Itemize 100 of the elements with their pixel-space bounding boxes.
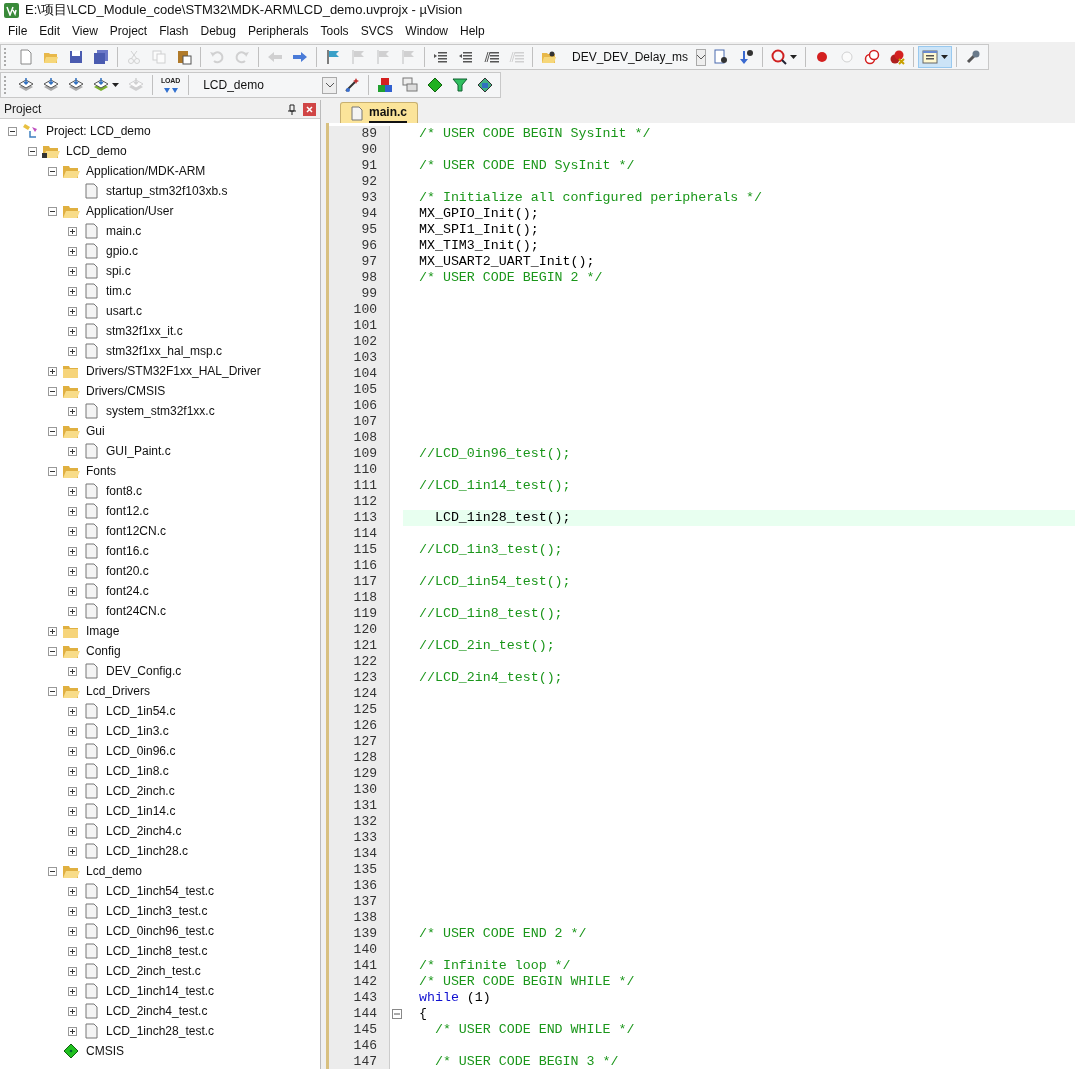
tree-item[interactable]: LCD_1in3.c bbox=[106, 722, 169, 740]
expand-icon[interactable] bbox=[68, 746, 77, 756]
expand-icon[interactable] bbox=[68, 786, 77, 796]
tree-item[interactable]: LCD_2inch4_test.c bbox=[106, 1002, 208, 1020]
tree-item[interactable]: font20.c bbox=[106, 562, 149, 580]
collapse-icon[interactable] bbox=[48, 166, 57, 176]
tree-item[interactable]: GUI_Paint.c bbox=[106, 442, 171, 460]
expand-icon[interactable] bbox=[68, 966, 77, 976]
tree-item[interactable]: Drivers/STM32F1xx_HAL_Driver bbox=[86, 362, 261, 380]
expand-icon[interactable] bbox=[68, 406, 77, 416]
collapse-icon[interactable] bbox=[48, 386, 57, 396]
expand-icon[interactable] bbox=[68, 346, 77, 356]
expand-icon[interactable] bbox=[68, 1006, 77, 1016]
expand-icon[interactable] bbox=[68, 826, 77, 836]
expand-icon[interactable] bbox=[68, 1026, 77, 1036]
collapse-icon[interactable] bbox=[48, 466, 57, 476]
tree-item[interactable]: LCD_1inch54_test.c bbox=[106, 882, 215, 900]
tree-item[interactable]: LCD_1inch14_test.c bbox=[106, 982, 215, 1000]
tree-item[interactable]: Gui bbox=[86, 422, 105, 440]
tree-item[interactable]: Application/User bbox=[86, 202, 174, 220]
tree-item[interactable]: Config bbox=[86, 642, 121, 660]
tree-item[interactable]: LCD_0inch96_test.c bbox=[106, 922, 215, 940]
tree-item[interactable]: font16.c bbox=[106, 542, 149, 560]
menu-item[interactable]: File bbox=[2, 22, 34, 40]
tree-item[interactable]: font24.c bbox=[106, 582, 149, 600]
expand-icon[interactable] bbox=[68, 586, 77, 596]
expand-icon[interactable] bbox=[68, 906, 77, 916]
tree-item[interactable]: Image bbox=[86, 622, 120, 640]
tree-item[interactable]: font8.c bbox=[106, 482, 143, 500]
menu-item[interactable]: Flash bbox=[153, 22, 195, 40]
tree-item[interactable]: CMSIS bbox=[86, 1042, 124, 1060]
collapse-icon[interactable] bbox=[48, 646, 57, 656]
tree-item[interactable]: font12.c bbox=[106, 502, 149, 520]
menu-item[interactable]: SVCS bbox=[354, 22, 400, 40]
menu-item[interactable]: Help bbox=[454, 22, 491, 40]
expand-icon[interactable] bbox=[68, 306, 77, 316]
tree-item[interactable]: Application/MDK-ARM bbox=[86, 162, 206, 180]
tree-item[interactable]: LCD_1inch3_test.c bbox=[106, 902, 208, 920]
tree-item[interactable]: main.c bbox=[106, 222, 142, 240]
collapse-icon[interactable] bbox=[48, 426, 57, 436]
tree-item[interactable]: LCD_1in54.c bbox=[106, 702, 176, 720]
expand-icon[interactable] bbox=[68, 326, 77, 336]
file-tab[interactable]: main.c bbox=[340, 102, 418, 123]
collapse-icon[interactable] bbox=[28, 146, 37, 156]
menu-item[interactable]: Tools bbox=[314, 22, 355, 40]
expand-icon[interactable] bbox=[68, 606, 77, 616]
tree-item[interactable]: gpio.c bbox=[106, 242, 139, 260]
collapse-icon[interactable] bbox=[8, 126, 17, 136]
expand-icon[interactable] bbox=[68, 886, 77, 896]
menu-item[interactable]: Debug bbox=[194, 22, 242, 40]
tree-item[interactable]: spi.c bbox=[106, 262, 131, 280]
tree-item[interactable]: LCD_1inch8_test.c bbox=[106, 942, 208, 960]
tree-item[interactable]: usart.c bbox=[106, 302, 142, 320]
expand-icon[interactable] bbox=[68, 546, 77, 556]
expand-icon[interactable] bbox=[68, 726, 77, 736]
tree-item[interactable]: LCD_1in14.c bbox=[106, 802, 176, 820]
expand-icon[interactable] bbox=[68, 266, 77, 276]
tree-item[interactable]: LCD_2inch4.c bbox=[106, 822, 182, 840]
tree-item[interactable]: LCD_2inch.c bbox=[106, 782, 175, 800]
tree-item[interactable]: LCD_0in96.c bbox=[106, 742, 176, 760]
tree-item[interactable]: LCD_1inch28_test.c bbox=[106, 1022, 215, 1040]
tree-item[interactable]: LCD_demo bbox=[66, 142, 127, 160]
tree-item[interactable]: startup_stm32f103xb.s bbox=[106, 182, 228, 200]
tree-item[interactable]: DEV_Config.c bbox=[106, 662, 182, 680]
expand-icon[interactable] bbox=[68, 766, 77, 776]
tree-item[interactable]: font24CN.c bbox=[106, 602, 167, 620]
close-icon[interactable] bbox=[303, 102, 316, 116]
windows-button[interactable] bbox=[918, 46, 952, 68]
expand-icon[interactable] bbox=[68, 566, 77, 576]
tree-item[interactable]: Drivers/CMSIS bbox=[86, 382, 166, 400]
target-dropdown[interactable]: LCD_demo bbox=[195, 75, 338, 95]
target-dropdown[interactable]: DEV_DEV_Delay_ms bbox=[564, 47, 706, 67]
tree-item[interactable]: system_stm32f1xx.c bbox=[106, 402, 215, 420]
expand-icon[interactable] bbox=[68, 706, 77, 716]
menu-item[interactable]: Edit bbox=[33, 22, 67, 40]
menu-item[interactable]: View bbox=[66, 22, 104, 40]
expand-icon[interactable] bbox=[48, 626, 57, 636]
menu-item[interactable]: Peripherals bbox=[241, 22, 315, 40]
tree-item[interactable]: stm32f1xx_hal_msp.c bbox=[106, 342, 223, 360]
expand-icon[interactable] bbox=[68, 666, 77, 676]
expand-icon[interactable] bbox=[68, 986, 77, 996]
tree-item[interactable]: tim.c bbox=[106, 282, 132, 300]
tree-item[interactable]: Lcd_demo bbox=[86, 862, 143, 880]
tree-item[interactable]: LCD_2inch_test.c bbox=[106, 962, 201, 980]
tree-item[interactable]: LCD_1inch28.c bbox=[106, 842, 189, 860]
expand-icon[interactable] bbox=[68, 806, 77, 816]
expand-icon[interactable] bbox=[68, 926, 77, 936]
collapse-icon[interactable] bbox=[48, 206, 57, 216]
tree-item[interactable]: Lcd_Drivers bbox=[86, 682, 151, 700]
tree-item[interactable]: Fonts bbox=[86, 462, 116, 480]
expand-icon[interactable] bbox=[68, 946, 77, 956]
expand-icon[interactable] bbox=[68, 246, 77, 256]
pin-icon[interactable] bbox=[288, 103, 296, 115]
collapse-icon[interactable] bbox=[48, 686, 57, 696]
collapse-icon[interactable] bbox=[48, 866, 57, 876]
tree-item[interactable]: font12CN.c bbox=[106, 522, 167, 540]
menu-item[interactable]: Window bbox=[399, 22, 454, 40]
menu-item[interactable]: Project bbox=[103, 22, 154, 40]
expand-icon[interactable] bbox=[68, 286, 77, 296]
expand-icon[interactable] bbox=[68, 486, 77, 496]
